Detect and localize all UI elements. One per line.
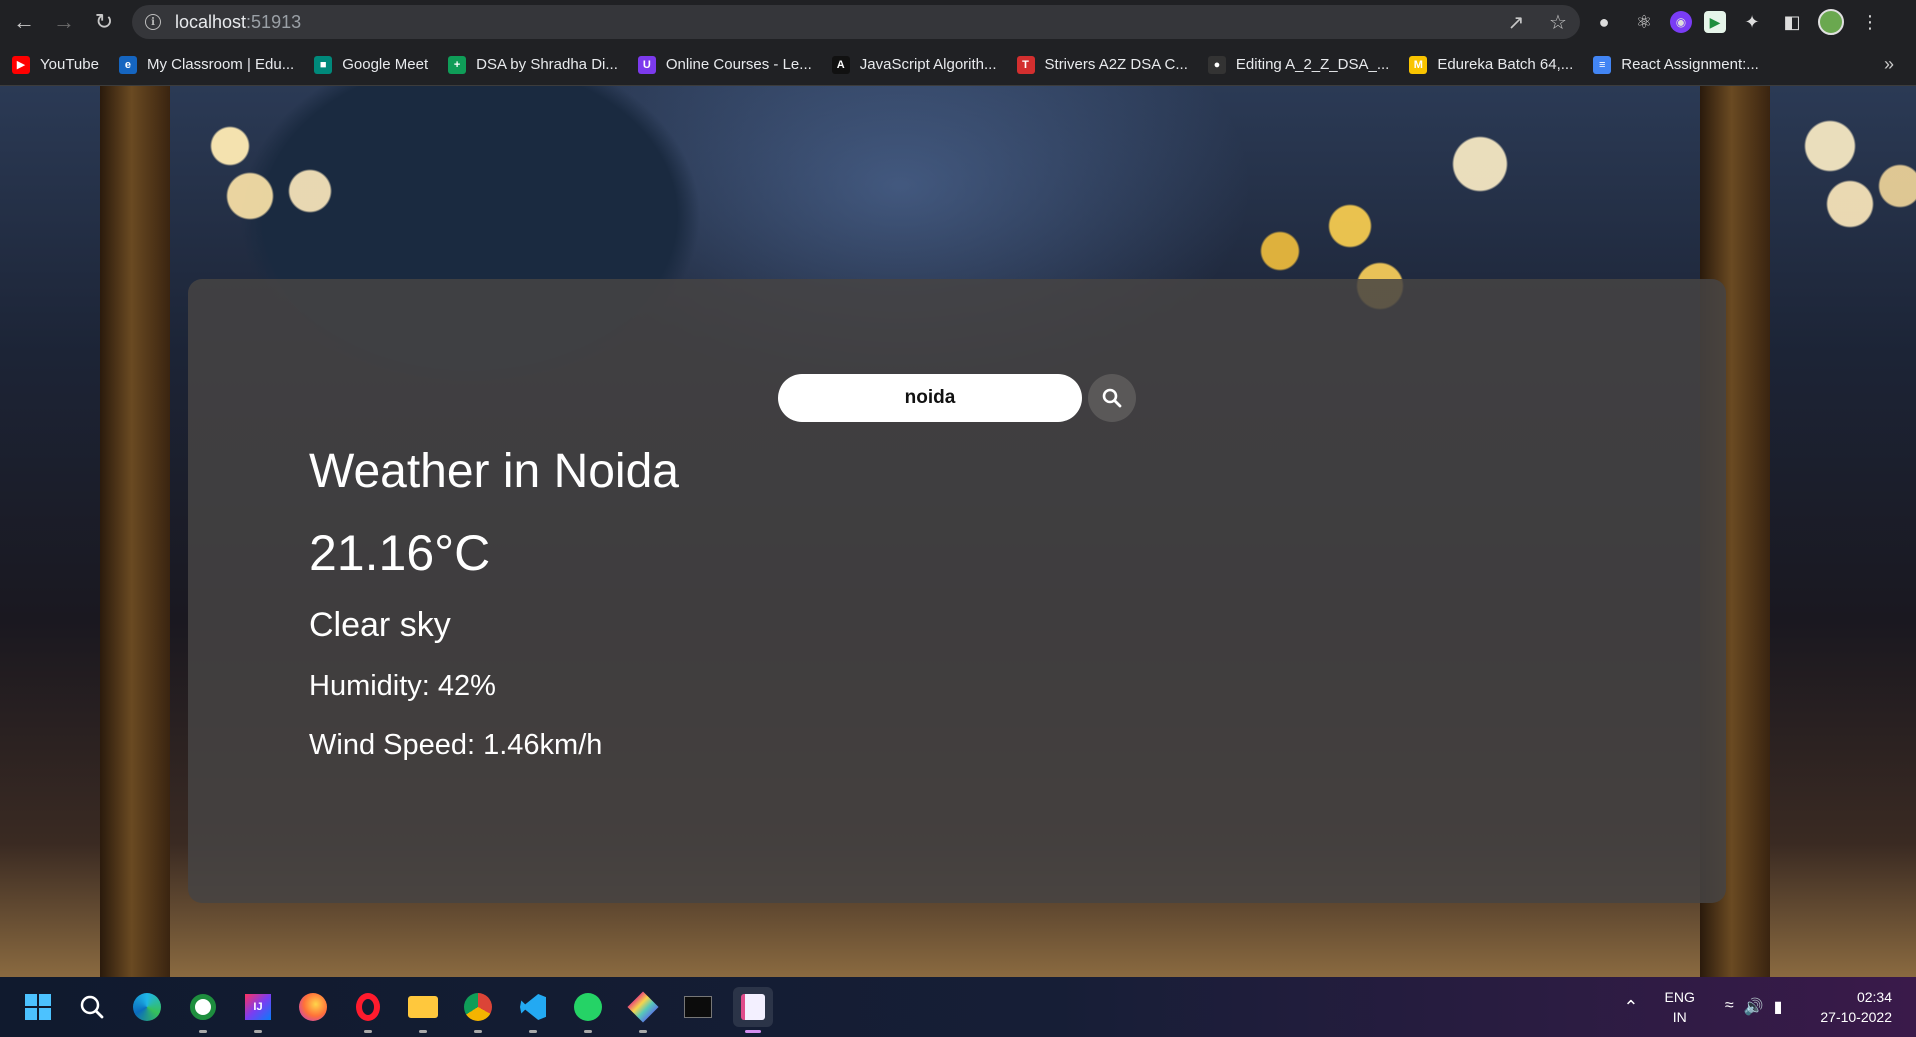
address-bar[interactable]: i localhost:51913 ↗ ☆ [132,5,1580,39]
volume-icon: 🔊 [1743,999,1764,1016]
url-port: :51913 [246,11,302,32]
weather-info: Weather in Noida 21.16°C Clear sky Humid… [309,448,679,760]
bookmark-favicon-icon: ≡ [1593,55,1612,74]
bookmark-item[interactable]: e My Classroom | Edu... [118,55,295,74]
bookmark-item[interactable]: ● Editing A_2_Z_DSA_... [1207,55,1390,74]
whatsapp-icon[interactable] [568,987,608,1033]
search-icon [1102,388,1122,408]
back-arrow-icon[interactable]: ← [4,2,44,42]
bookmark-item[interactable]: U Online Courses - Le... [637,55,812,74]
side-panel-icon[interactable]: ◧ [1778,8,1806,36]
battery-icon: ▮ [1773,999,1783,1016]
bookmark-label: Editing A_2_Z_DSA_... [1235,56,1390,73]
file-explorer-icon[interactable] [403,987,443,1033]
bookmark-label: Google Meet [342,56,429,73]
bookmarks-overflow-icon[interactable]: » [1884,54,1894,75]
bookmark-favicon-icon: A [831,55,850,74]
bookmark-item[interactable]: A JavaScript Algorith... [831,55,997,74]
opera-icon[interactable] [348,987,388,1033]
bookmark-favicon-icon: ● [1207,55,1226,74]
system-icons[interactable]: ≈ 🔊 ▮ [1725,997,1783,1017]
humidity: Humidity: 42% [309,670,496,702]
background-pillar-left [100,86,170,977]
language-code: ENG [1664,989,1695,1005]
city-heading: Weather in Noida [309,445,679,498]
bookmark-star-icon[interactable]: ☆ [1544,10,1572,35]
wifi-icon: ≈ [1724,997,1734,1014]
clock[interactable]: 02:34 27-10-2022 [1820,987,1892,1027]
page-viewport: Weather in Noida 21.16°C Clear sky Humid… [0,86,1916,977]
bookmark-favicon-icon: M [1409,55,1428,74]
bookmark-label: YouTube [40,56,99,73]
extension-icon[interactable]: ● [1590,8,1618,36]
search-bar [778,374,1136,422]
clock-time: 02:34 [1856,989,1892,1005]
bookmark-item[interactable]: T Strivers A2Z DSA C... [1016,55,1188,74]
chevron-up-icon[interactable]: ⌃ [1623,997,1638,1018]
extensions-area: ● ⚛ ◉ ▶ ✦ ◧ ⋮ [1590,4,1884,40]
bookmark-favicon-icon: + [448,55,467,74]
bookmarks-bar: ▶ YouTube e My Classroom | Edu... ■ Google Me… [0,44,1916,86]
city-search-input[interactable] [778,374,1082,422]
extension-purple-icon[interactable]: ◉ [1670,11,1692,33]
bookmark-favicon-icon: ■ [314,55,333,74]
menu-kebab-icon[interactable]: ⋮ [1856,8,1884,36]
react-devtools-icon[interactable]: ⚛ [1630,8,1658,36]
bookmark-favicon-icon: T [1016,55,1035,74]
bookmark-label: Edureka Batch 64,... [1437,56,1574,73]
bookmark-label: JavaScript Algorith... [859,56,997,73]
region-code: IN [1672,1009,1687,1025]
reload-icon[interactable]: ↻ [84,2,124,42]
wind-speed: Wind Speed: 1.46km/h [309,729,603,761]
terminal-icon[interactable] [678,987,718,1027]
bookmark-label: Strivers A2Z DSA C... [1044,56,1188,73]
bookmark-label: DSA by Shradha Di... [476,56,618,73]
weather-description: Clear sky [309,606,451,644]
site-info-icon[interactable]: i [145,14,161,30]
git-tool-icon[interactable] [623,987,663,1033]
temperature: 21.16°C [309,525,491,581]
search-taskbar-icon[interactable] [72,987,112,1027]
firefox-icon[interactable] [293,987,333,1027]
bookmark-item[interactable]: + DSA by Shradha Di... [448,55,618,74]
edge-icon[interactable] [127,987,167,1027]
bookmark-item[interactable]: ▶ YouTube [12,55,99,74]
extension-green-icon[interactable]: ▶ [1704,11,1726,33]
profile-avatar[interactable] [1818,9,1844,35]
snipping-tool-icon[interactable] [733,987,773,1033]
clock-date: 27-10-2022 [1820,1009,1892,1025]
vscode-icon[interactable] [513,987,553,1033]
language-indicator[interactable]: ENG IN [1665,987,1695,1027]
bookmark-label: React Assignment:... [1621,56,1759,73]
bookmark-favicon-icon: ▶ [12,55,30,74]
address-url: localhost:51913 [175,12,301,33]
taskbar: IJ ⌃ ENG IN ≈ 🔊 ▮ 02:34 27-10-2022 [0,977,1916,1037]
start-windows-icon[interactable] [18,987,58,1027]
bookmark-label: My Classroom | Edu... [146,56,295,73]
puzzle-extensions-icon[interactable]: ✦ [1738,8,1766,36]
extension-app-icon[interactable] [183,987,223,1033]
intellij-icon[interactable]: IJ [238,987,278,1033]
share-icon[interactable]: ↗ [1502,10,1530,35]
bookmark-favicon-icon: e [118,55,137,74]
bookmark-item[interactable]: ■ Google Meet [314,55,429,74]
bookmark-favicon-icon: U [637,55,656,74]
bookmark-item[interactable]: ≡ React Assignment:... [1593,55,1759,74]
search-button[interactable] [1088,374,1136,422]
bookmark-label: Online Courses - Le... [665,56,812,73]
url-host: localhost [175,11,247,32]
chrome-icon[interactable] [458,987,498,1033]
system-tray: ⌃ ENG IN ≈ 🔊 ▮ 02:34 27-10-2022 [1623,977,1916,1037]
forward-arrow-icon[interactable]: → [44,2,84,42]
bookmark-item[interactable]: M Edureka Batch 64,... [1409,55,1574,74]
browser-toolbar: ← → ↻ i localhost:51913 ↗ ☆ ● ⚛ ◉ ▶ ✦ ◧ … [0,0,1916,44]
